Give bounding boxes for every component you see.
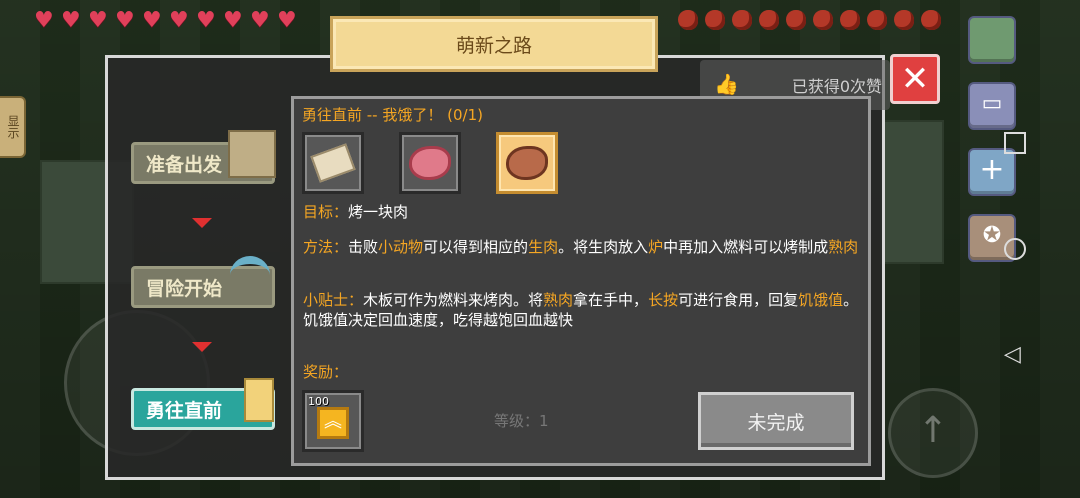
food-icon: [732, 10, 752, 30]
reward-label: 奖励：: [303, 363, 349, 381]
method-line: 方法：击败小动物可以得到相应的生肉。将生肉放入炉中再加入燃料可以烤制成熟肉: [303, 237, 863, 257]
tip-highlight: 长按: [648, 291, 679, 309]
method-highlight: 小动物: [378, 238, 424, 256]
cooked-meat-icon: [506, 146, 548, 180]
chest-icon: [228, 130, 276, 178]
raw-meat-icon: [409, 146, 451, 180]
step-arrow-icon: [192, 342, 212, 352]
likes-text: 已获得0次赞: [791, 77, 882, 96]
food-icon: [840, 10, 860, 30]
heart-icon: ♥: [34, 8, 54, 33]
plus-icon: +: [979, 152, 1005, 187]
method-highlight: 生肉: [528, 238, 559, 256]
status-button[interactable]: 未完成: [698, 392, 854, 450]
background-level-text: 等级：1: [494, 412, 549, 430]
back-icon[interactable]: ◁: [1004, 342, 1021, 367]
step-label: 准备出发: [146, 153, 223, 176]
goal-text: 烤一块肉: [348, 203, 409, 221]
chat-icon: ▭: [981, 91, 1003, 116]
background-block: [880, 120, 944, 264]
tip-highlight: 熟肉: [543, 291, 574, 309]
tip-text: 木板可作为燃料来烤肉。将: [363, 291, 544, 309]
method-label: 方法：: [303, 238, 349, 256]
recent-apps-icon[interactable]: [1004, 132, 1026, 154]
heart-icon: ♥: [115, 8, 135, 33]
close-button[interactable]: ✕: [890, 54, 940, 104]
quest-item-slot[interactable]: [399, 132, 461, 194]
title-text: 萌新之路: [455, 34, 532, 57]
heart-icon: ♥: [250, 8, 270, 33]
heart-icon: ♥: [142, 8, 162, 33]
add-button[interactable]: +: [968, 148, 1016, 196]
close-icon: ✕: [900, 59, 930, 99]
step-arrow-icon: [192, 218, 212, 228]
page-title: 萌新之路: [330, 16, 658, 72]
chat-button[interactable]: ▭: [968, 82, 1016, 130]
food-icon: [705, 10, 725, 30]
home-icon[interactable]: [1004, 238, 1026, 260]
method-text: 可以得到相应的: [423, 238, 529, 256]
method-text: 。将生肉放入: [558, 238, 649, 256]
tip-text: 拿在手中，: [573, 291, 649, 309]
goal-line: 目标：烤一块肉: [303, 202, 863, 222]
goal-label: 目标：: [303, 203, 349, 221]
heart-icon: ♥: [223, 8, 243, 33]
quest-title: 勇往直前 -- 我饿了！ (0/1): [302, 106, 483, 124]
reward-item-slot[interactable]: 100 ︽: [302, 390, 364, 452]
quest-item-slot[interactable]: [302, 132, 364, 194]
heart-icon: ♥: [88, 8, 108, 33]
shop-button[interactable]: [968, 16, 1016, 64]
method-text: 中再加入燃料可以烤制成: [663, 238, 829, 256]
status-label: 未完成: [747, 411, 805, 434]
food-icon: [813, 10, 833, 30]
method-highlight: 熟肉: [828, 238, 859, 256]
thumbs-up-icon: 👍: [714, 72, 739, 96]
method-text: 击败: [348, 238, 379, 256]
quest-item-slot-selected[interactable]: [496, 132, 558, 194]
heart-icon: ♥: [61, 8, 81, 33]
scroll-icon: [310, 143, 356, 183]
food-icon: [786, 10, 806, 30]
arrow-up-icon: ↑: [917, 410, 949, 451]
food-icon: [894, 10, 914, 30]
experience-icon: ︽: [317, 407, 349, 439]
show-tab[interactable]: 显示: [0, 96, 26, 158]
food-icon: [867, 10, 887, 30]
jump-button[interactable]: ↑: [888, 388, 978, 478]
tip-line: 小贴士：木板可作为燃料来烤肉。将熟肉拿在手中，长按可进行食用，回复饥饿值。饥饿值…: [303, 290, 863, 330]
heart-icon: ♥: [196, 8, 216, 33]
pickaxe-icon: [230, 256, 270, 294]
tip-text: 可进行食用，回复: [678, 291, 799, 309]
food-icon: [759, 10, 779, 30]
step-label: 勇往直前: [146, 399, 223, 422]
tip-highlight: 饥饿值: [798, 291, 844, 309]
step-label: 冒险开始: [146, 277, 223, 300]
heart-icon: ♥: [277, 8, 297, 33]
food-icon: [921, 10, 941, 30]
tip-label: 小贴士：: [303, 291, 364, 309]
method-highlight: 炉: [648, 238, 664, 256]
banner-icon: [244, 378, 274, 422]
heart-icon: ♥: [169, 8, 189, 33]
food-icon: [678, 10, 698, 30]
